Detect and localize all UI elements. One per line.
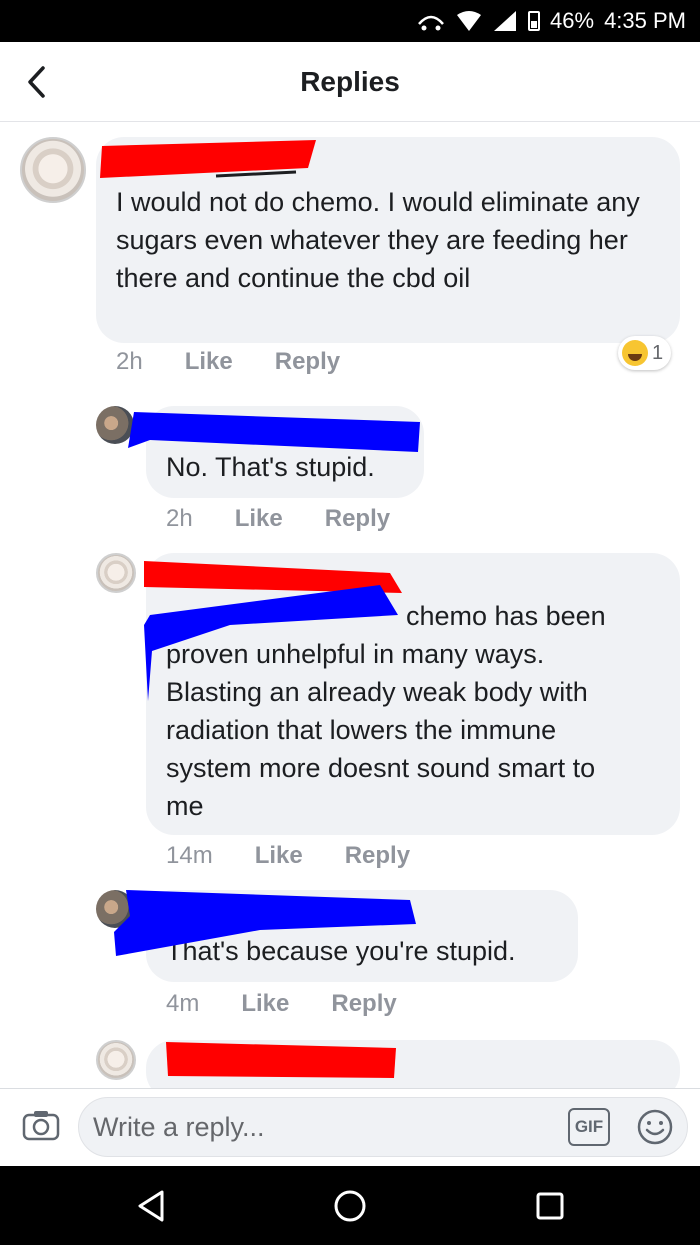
reaction-count: 1: [652, 341, 664, 364]
reply-button[interactable]: Reply: [345, 842, 410, 870]
status-bar: 46% 4:35 PM: [0, 0, 700, 42]
comment-time: 14m: [166, 842, 213, 869]
like-button[interactable]: Like: [255, 842, 303, 870]
comment-line: radiation that lowers the immune: [166, 715, 557, 745]
signal-icon: [494, 11, 517, 31]
redaction-mark: [128, 412, 420, 452]
comment-time: 4m: [166, 990, 200, 1017]
page-title: Replies: [300, 66, 400, 97]
reply-button[interactable]: Reply: [331, 990, 396, 1018]
comment-line: system more doesnt sound smart to: [166, 753, 596, 783]
comment-meta: 2h Like Reply: [116, 348, 340, 376]
system-nav-bar: [0, 1166, 700, 1245]
laughing-emoji-icon: [622, 340, 648, 366]
header: Replies: [0, 42, 700, 122]
avatar[interactable]: [96, 553, 136, 593]
comment-meta: 4m Like Reply: [166, 990, 397, 1018]
gif-button[interactable]: GIF: [568, 1108, 610, 1146]
smiley-icon[interactable]: [636, 1108, 674, 1146]
hotspot-icon: [418, 15, 444, 31]
redaction-mark: [100, 140, 316, 178]
wifi-icon: [457, 11, 482, 31]
avatar[interactable]: [20, 137, 86, 203]
recents-square-icon[interactable]: [530, 1186, 570, 1226]
comment-meta: 2h Like Reply: [166, 505, 390, 533]
like-button[interactable]: Like: [185, 348, 233, 376]
comment-time: 2h: [116, 348, 143, 375]
reaction-badge[interactable]: 1: [618, 336, 672, 370]
clock: 4:35 PM: [604, 8, 686, 33]
comment-text: I would not do chemo. I would eliminate …: [116, 187, 640, 293]
redaction-mark: [144, 561, 402, 701]
comment-line: me: [166, 791, 204, 821]
redaction-mark: [166, 1042, 396, 1078]
back-triangle-icon[interactable]: [132, 1186, 172, 1226]
reply-button[interactable]: Reply: [275, 348, 340, 376]
like-button[interactable]: Like: [235, 505, 283, 533]
comment-meta: 14m Like Reply: [166, 842, 410, 870]
reply-button[interactable]: Reply: [325, 505, 390, 533]
battery-icon: [528, 11, 541, 31]
battery-percent: 46%: [550, 8, 595, 33]
home-circle-icon[interactable]: [330, 1186, 370, 1226]
camera-icon[interactable]: [22, 1109, 60, 1141]
redaction-mark: [114, 890, 416, 956]
like-button[interactable]: Like: [241, 990, 289, 1018]
comment-time: 2h: [166, 505, 193, 532]
replies-screen: 46% 4:35 PM Replies I would not do chemo…: [0, 0, 700, 1245]
avatar[interactable]: [96, 1040, 136, 1080]
